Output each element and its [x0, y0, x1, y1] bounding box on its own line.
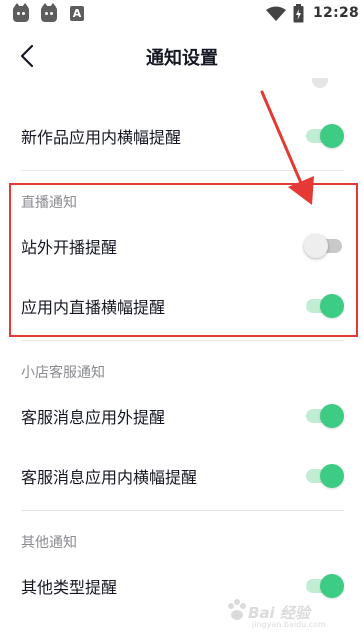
divider — [21, 510, 344, 511]
cat-app-icon — [41, 3, 57, 22]
setting-label: 客服消息应用内横幅提醒 — [21, 468, 198, 487]
setting-label: 应用内直播横幅提醒 — [21, 298, 166, 317]
divider — [21, 170, 344, 171]
cat-app-icon — [13, 3, 29, 22]
section-title-shop: 小店客服通知 — [21, 365, 105, 381]
setting-label: 站外开播提醒 — [21, 238, 118, 257]
setting-label: 新作品应用内横幅提醒 — [21, 128, 182, 147]
page-title: 通知设置 — [146, 48, 218, 69]
new-works-banner-toggle[interactable] — [304, 124, 344, 148]
offsite-live-toggle[interactable] — [304, 234, 344, 258]
setting-row-offsite-live: 站外开播提醒 — [0, 224, 364, 268]
settings-list[interactable]: 新作品应用内横幅提醒 直播通知 站外开播提醒 应用内直播横幅提醒 小店客服通知 … — [0, 78, 364, 643]
wifi-icon — [266, 6, 286, 21]
setting-row-inapp-live-banner: 应用内直播横幅提醒 — [0, 284, 364, 328]
setting-row-other-types: 其他类型提醒 — [0, 564, 364, 608]
section-title-other: 其他通知 — [21, 535, 77, 551]
nav-bar: 通知设置 — [0, 28, 364, 84]
cs-inapp-banner-toggle[interactable] — [304, 464, 344, 488]
divider — [21, 340, 344, 341]
setting-row-cs-inapp-banner: 客服消息应用内横幅提醒 — [0, 454, 364, 498]
previous-toggle-edge — [312, 78, 328, 88]
inapp-live-banner-toggle[interactable] — [304, 294, 344, 318]
setting-label: 客服消息应用外提醒 — [21, 408, 166, 427]
section-title-live: 直播通知 — [21, 195, 77, 211]
setting-row-cs-outside: 客服消息应用外提醒 — [0, 394, 364, 438]
cs-outside-toggle[interactable] — [304, 404, 344, 428]
other-types-toggle[interactable] — [304, 574, 344, 598]
battery-charging-icon — [293, 4, 304, 23]
setting-label: 其他类型提醒 — [21, 578, 118, 597]
text-a-icon: A — [70, 6, 84, 21]
status-time: 12:28 — [313, 5, 360, 21]
setting-row-new-works-banner: 新作品应用内横幅提醒 — [0, 114, 364, 158]
status-bar: A 12:28 — [0, 0, 364, 28]
